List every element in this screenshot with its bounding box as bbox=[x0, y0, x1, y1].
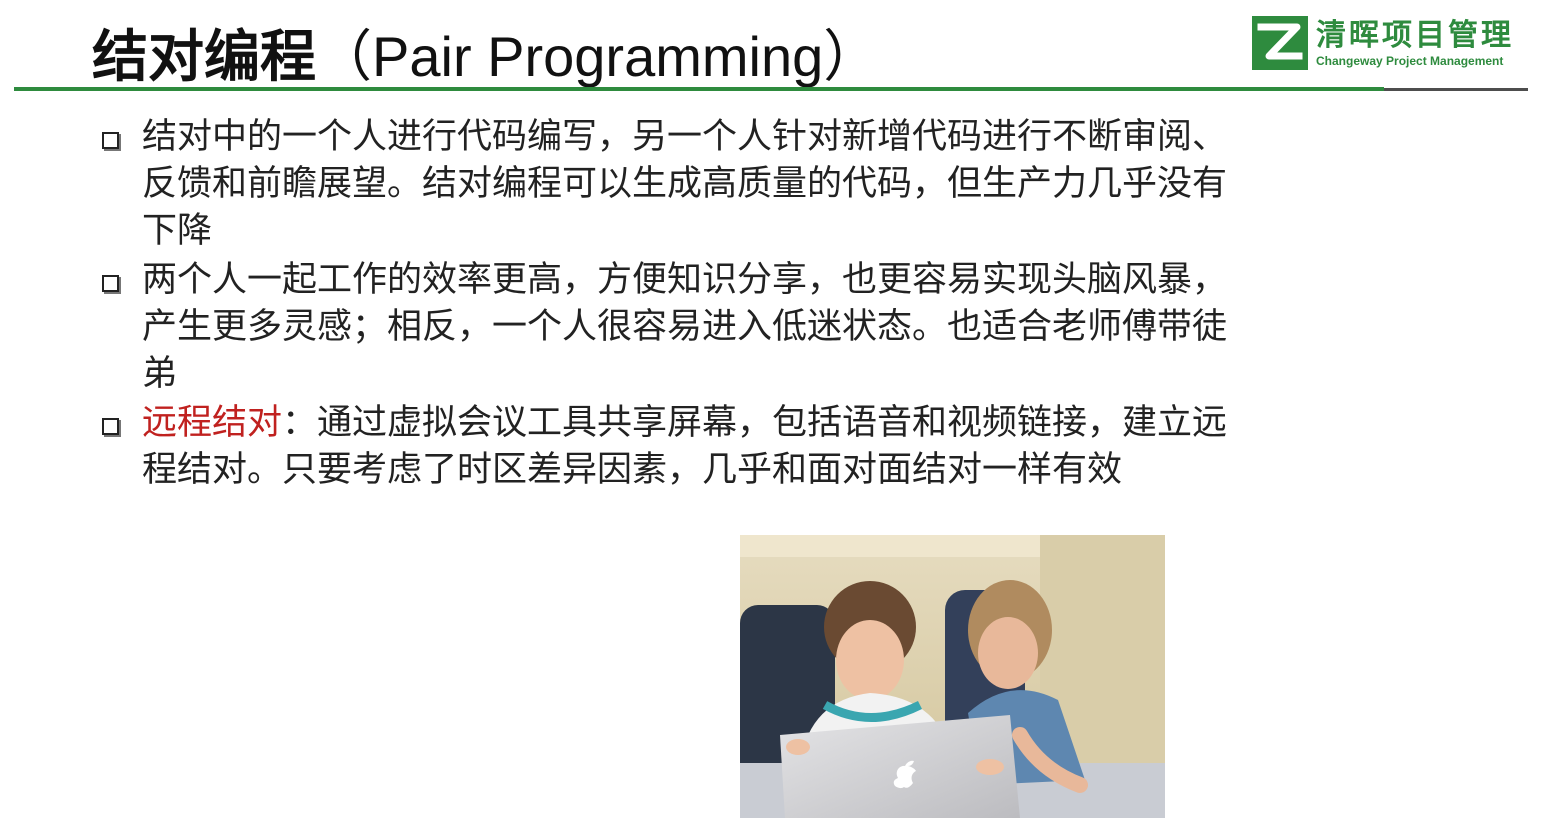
bullet-text: 远程结对：通过虚拟会议工具共享屏幕，包括语音和视频链接，建立远程结对。只要考虑了… bbox=[142, 400, 1232, 494]
changeway-logo-icon bbox=[1252, 16, 1308, 70]
bullet-highlight: 远程结对 bbox=[142, 403, 283, 443]
bullet-text-rest: ：通过虚拟会议工具共享屏幕，包括语音和视频链接，建立远程结对。只要考虑了时区差异… bbox=[142, 403, 1228, 490]
bullet-text: 两个人一起工作的效率更高，方便知识分享，也更容易实现头脑风暴，产生更多灵感；相反… bbox=[142, 260, 1228, 394]
logo-name-english: Changeway Project Management bbox=[1316, 54, 1504, 68]
bullet-text: 结对中的一个人进行代码编写，另一个人针对新增代码进行不断审阅、反馈和前瞻展望。结… bbox=[142, 117, 1228, 251]
photo-illustration bbox=[740, 535, 1165, 818]
square-bullet-icon bbox=[102, 418, 119, 435]
pair-programming-photo bbox=[740, 535, 1165, 818]
slide-title: 结对编程（Pair Programming） bbox=[92, 22, 879, 93]
square-bullet-icon bbox=[102, 132, 119, 149]
company-logo: 清晖项目管理 Changeway Project Management bbox=[1252, 16, 1532, 74]
bullet-item: 结对中的一个人进行代码编写，另一个人针对新增代码进行不断审阅、反馈和前瞻展望。结… bbox=[98, 114, 1238, 255]
title-chinese: 结对编程 bbox=[92, 25, 316, 90]
title-english: （Pair Programming） bbox=[316, 25, 880, 88]
header-rule-end bbox=[1384, 88, 1528, 91]
square-bullet-icon bbox=[102, 275, 119, 292]
bullet-list: 结对中的一个人进行代码编写，另一个人针对新增代码进行不断审阅、反馈和前瞻展望。结… bbox=[98, 114, 1238, 496]
bullet-item: 两个人一起工作的效率更高，方便知识分享，也更容易实现头脑风暴，产生更多灵感；相反… bbox=[98, 257, 1238, 398]
slide: 结对编程（Pair Programming） 清晖项目管理 Changeway … bbox=[0, 0, 1552, 834]
header-rule bbox=[14, 87, 1384, 91]
bullet-item: 远程结对：通过虚拟会议工具共享屏幕，包括语音和视频链接，建立远程结对。只要考虑了… bbox=[98, 400, 1238, 494]
logo-name-chinese: 清晖项目管理 bbox=[1316, 18, 1514, 53]
